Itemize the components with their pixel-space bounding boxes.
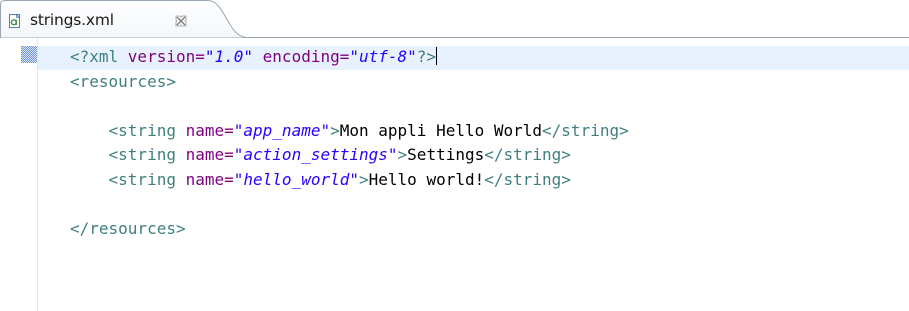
code-token: "1.0" — [204, 47, 254, 66]
code-lines[interactable]: <?xml version="1.0" encoding="utf-8"?> <r… — [70, 45, 629, 241]
code-token: name= — [185, 145, 234, 164]
code-line: <string name="hello_world">Hello world!<… — [70, 168, 629, 193]
tab-strings-xml[interactable]: strings.xml — [0, 0, 248, 38]
code-line: </resources> — [70, 217, 629, 242]
code-line: <string name="action_settings">Settings<… — [70, 143, 629, 168]
code-token: ?> — [416, 47, 437, 66]
current-line-ruler-mark — [21, 46, 37, 63]
tab-title: strings.xml — [30, 11, 114, 29]
code-token: "utf-8" — [349, 47, 417, 66]
code-token: > — [330, 120, 340, 140]
code-token: <?xml — [70, 47, 128, 66]
code-line: <?xml version="1.0" encoding="utf-8"?> — [70, 45, 629, 70]
code-token: <resources> — [70, 71, 176, 91]
code-token: </string> — [484, 145, 571, 164]
code-token: <string — [70, 145, 186, 164]
code-token: encoding= — [253, 47, 350, 66]
xml-file-icon — [7, 13, 23, 29]
code-token: </string> — [542, 120, 629, 140]
code-token: Mon appli Hello World — [339, 120, 543, 140]
left-ruler — [0, 38, 38, 311]
code-token: <string — [70, 120, 186, 140]
text-caret — [436, 47, 438, 65]
code-token: </string> — [484, 169, 571, 189]
code-line: <resources> — [70, 70, 629, 95]
code-token: name= — [185, 120, 234, 140]
code-line: <string name="app_name">Mon appli Hello … — [70, 119, 629, 144]
code-token: Hello world! — [368, 169, 485, 189]
code-token: name= — [185, 169, 234, 189]
code-token: > — [359, 169, 369, 189]
xml-editor-window: strings.xml <?xml version="1.0" encoding… — [0, 0, 909, 311]
code-token: "action_settings" — [233, 145, 398, 164]
code-token: </resources> — [70, 218, 186, 238]
editor-tab-strip: strings.xml — [0, 0, 909, 38]
code-token: "app_name" — [233, 120, 331, 140]
code-token: version= — [127, 47, 205, 66]
close-icon[interactable] — [174, 13, 188, 27]
code-token: "hello_world" — [233, 169, 359, 189]
code-token: Settings — [407, 145, 485, 164]
code-token: > — [397, 145, 408, 164]
code-token: <string — [70, 169, 186, 189]
